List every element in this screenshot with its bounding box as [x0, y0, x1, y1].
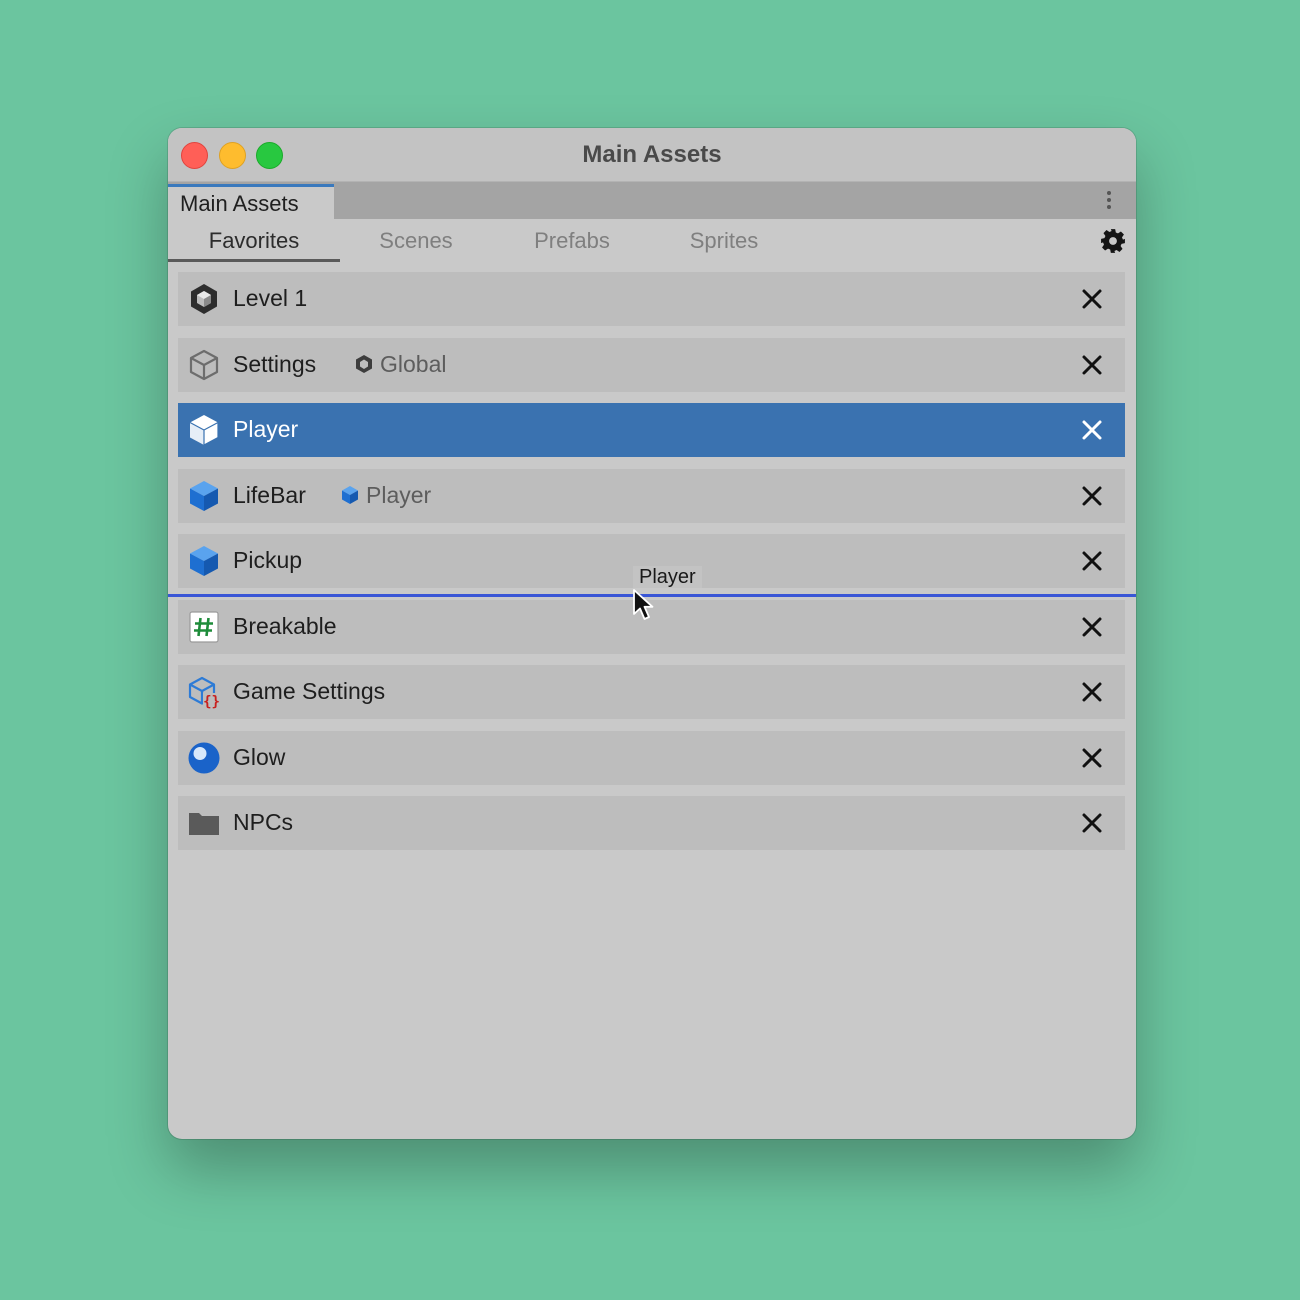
item-label: Pickup	[233, 547, 303, 573]
close-icon[interactable]	[1079, 548, 1105, 574]
window-title: Main Assets	[582, 141, 722, 168]
script-hash-icon	[189, 611, 219, 643]
close-icon[interactable]	[1079, 352, 1105, 378]
tab-sprites[interactable]: Sprites	[648, 228, 800, 262]
tab-favorites[interactable]: Favorites	[168, 228, 340, 262]
drag-preview-label: Player	[633, 566, 702, 589]
item-label: Breakable	[233, 613, 337, 639]
item-label: Settings	[233, 351, 317, 377]
small-blue-cube-icon	[342, 486, 358, 504]
material-sphere-icon	[188, 742, 220, 774]
item-label: Player	[233, 416, 299, 442]
item-label: Glow	[233, 744, 286, 770]
list-item-level-1[interactable]: Level 1	[178, 272, 1125, 326]
blue-cube-icon	[190, 546, 218, 576]
list-item-game-settings[interactable]: {} Game Settings	[178, 665, 1125, 719]
mouse-cursor-icon	[633, 589, 654, 620]
title-bar[interactable]: Main Assets	[168, 128, 1136, 182]
more-options-icon[interactable]	[1106, 191, 1112, 211]
close-icon[interactable]	[1079, 483, 1105, 509]
list-item-glow[interactable]: Glow	[178, 731, 1125, 785]
close-icon[interactable]	[1079, 286, 1105, 312]
blue-cube-icon	[190, 481, 218, 511]
reference-label: Global	[380, 351, 447, 377]
unity-scene-icon	[191, 284, 217, 314]
document-tab-strip: Main Assets	[168, 182, 1136, 219]
reference-label: Player	[366, 482, 432, 508]
svg-text:{}: {}	[203, 694, 220, 709]
list-item-lifebar[interactable]: LifeBar Player	[178, 469, 1125, 523]
white-cube-icon	[189, 415, 219, 447]
main-assets-window: Main Assets Main Assets Favorites Scenes…	[168, 128, 1136, 1139]
list-item-npcs[interactable]: NPCs	[178, 796, 1125, 850]
tab-prefabs[interactable]: Prefabs	[492, 228, 652, 262]
close-icon[interactable]	[1079, 614, 1105, 640]
small-gray-cube-icon	[356, 355, 372, 373]
close-icon[interactable]	[1079, 679, 1105, 705]
document-tab[interactable]: Main Assets	[168, 184, 334, 219]
close-icon[interactable]	[1079, 810, 1105, 836]
reference-tag: Player	[340, 482, 431, 509]
gear-icon[interactable]	[1100, 228, 1126, 254]
item-label: NPCs	[233, 809, 294, 835]
item-label: Game Settings	[233, 678, 386, 704]
folder-icon	[189, 813, 219, 835]
document-tab-label: Main Assets	[180, 191, 299, 216]
scriptable-object-icon: {}	[188, 676, 220, 709]
item-label: Level 1	[233, 285, 308, 311]
item-label: LifeBar	[233, 482, 306, 508]
list-item-player[interactable]: Player	[178, 403, 1125, 457]
reference-tag: Global	[354, 351, 446, 378]
close-icon[interactable]	[1079, 745, 1105, 771]
tab-scenes[interactable]: Scenes	[340, 228, 492, 262]
close-icon[interactable]	[1079, 417, 1105, 443]
list-item-settings[interactable]: Settings Global	[178, 338, 1125, 392]
gray-cube-icon	[189, 349, 219, 381]
category-tabs: Favorites Scenes Prefabs Sprites	[168, 220, 1136, 262]
